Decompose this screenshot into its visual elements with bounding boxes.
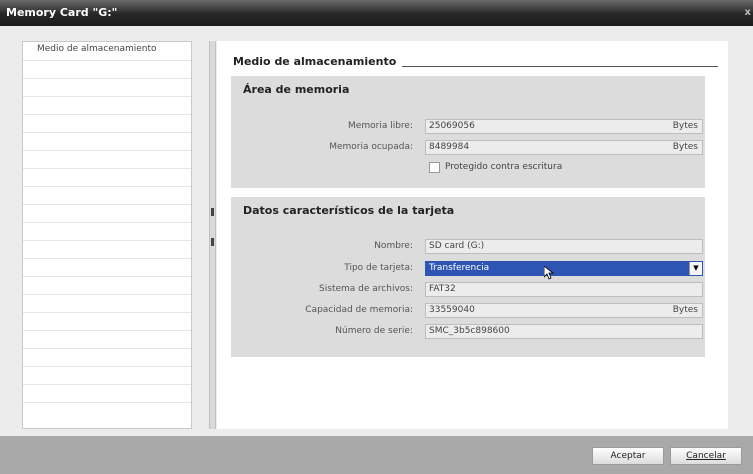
nav-divider bbox=[23, 132, 191, 133]
cancel-button[interactable]: Cancelar bbox=[670, 447, 742, 465]
free-memory-label: Memoria libre: bbox=[348, 121, 413, 131]
nav-divider bbox=[23, 312, 191, 313]
nav-divider bbox=[23, 60, 191, 61]
write-protect-label: Protegido contra escritura bbox=[445, 162, 563, 172]
splitter-grip-icon[interactable] bbox=[211, 208, 214, 216]
nav-divider bbox=[23, 114, 191, 115]
nav-divider bbox=[23, 78, 191, 79]
card-type-label: Tipo de tarjeta: bbox=[344, 263, 413, 273]
nav-divider bbox=[23, 96, 191, 97]
close-icon[interactable]: x bbox=[745, 0, 751, 26]
section-title: Datos característicos de la tarjeta bbox=[243, 204, 455, 217]
accept-button[interactable]: Aceptar bbox=[592, 447, 664, 465]
nav-divider bbox=[23, 294, 191, 295]
nav-divider bbox=[23, 384, 191, 385]
capacity-label: Capacidad de memoria: bbox=[305, 305, 413, 315]
memory-area-section: Área de memoria Memoria libre: 25069056 … bbox=[231, 76, 705, 188]
card-type-select[interactable]: Transferencia ▼ bbox=[425, 261, 703, 276]
used-memory-field: 8489984 Bytes bbox=[425, 140, 703, 155]
used-memory-unit: Bytes bbox=[672, 142, 698, 152]
nav-divider bbox=[23, 240, 191, 241]
capacity-unit: Bytes bbox=[672, 305, 698, 315]
nav-divider bbox=[23, 150, 191, 151]
button-bar: Aceptar Cancelar bbox=[0, 436, 753, 474]
nav-divider bbox=[23, 366, 191, 367]
nav-divider bbox=[23, 348, 191, 349]
name-label: Nombre: bbox=[374, 241, 413, 251]
free-memory-value: 25069056 bbox=[429, 121, 475, 131]
window-title: Memory Card "G:" bbox=[6, 6, 118, 19]
chevron-down-icon[interactable]: ▼ bbox=[689, 262, 702, 275]
nav-divider bbox=[23, 222, 191, 223]
mouse-pointer-icon bbox=[544, 266, 554, 280]
nav-divider bbox=[23, 402, 191, 403]
nav-item-storage[interactable]: Medio de almacenamiento bbox=[23, 42, 191, 60]
nav-divider bbox=[23, 168, 191, 169]
capacity-field: 33559040 Bytes bbox=[425, 303, 703, 318]
free-memory-field: 25069056 Bytes bbox=[425, 119, 703, 134]
navigation-tree: Medio de almacenamiento bbox=[22, 41, 192, 429]
nav-divider bbox=[23, 330, 191, 331]
write-protect-checkbox[interactable] bbox=[429, 162, 440, 173]
card-type-value: Transferencia bbox=[429, 263, 490, 273]
nav-divider bbox=[23, 276, 191, 277]
section-title: Área de memoria bbox=[243, 83, 350, 96]
serial-number-label: Número de serie: bbox=[335, 326, 413, 336]
capacity-value: 33559040 bbox=[429, 305, 475, 315]
page-title: Medio de almacenamiento bbox=[233, 55, 403, 68]
properties-content: Medio de almacenamiento Área de memoria … bbox=[217, 41, 728, 429]
panel-splitter[interactable] bbox=[209, 41, 216, 429]
free-memory-unit: Bytes bbox=[672, 121, 698, 131]
serial-number-field: SMC_3b5c898600 bbox=[425, 324, 703, 339]
splitter-grip-icon[interactable] bbox=[211, 238, 214, 246]
nav-divider bbox=[23, 258, 191, 259]
file-system-label: Sistema de archivos: bbox=[319, 284, 413, 294]
window-title-bar: Memory Card "G:" x bbox=[0, 0, 753, 26]
name-field: SD card (G:) bbox=[425, 239, 703, 254]
used-memory-value: 8489984 bbox=[429, 142, 470, 152]
nav-divider bbox=[23, 186, 191, 187]
card-data-section: Datos característicos de la tarjeta Nomb… bbox=[231, 197, 705, 357]
used-memory-label: Memoria ocupada: bbox=[329, 142, 413, 152]
nav-divider bbox=[23, 204, 191, 205]
file-system-field: FAT32 bbox=[425, 282, 703, 297]
